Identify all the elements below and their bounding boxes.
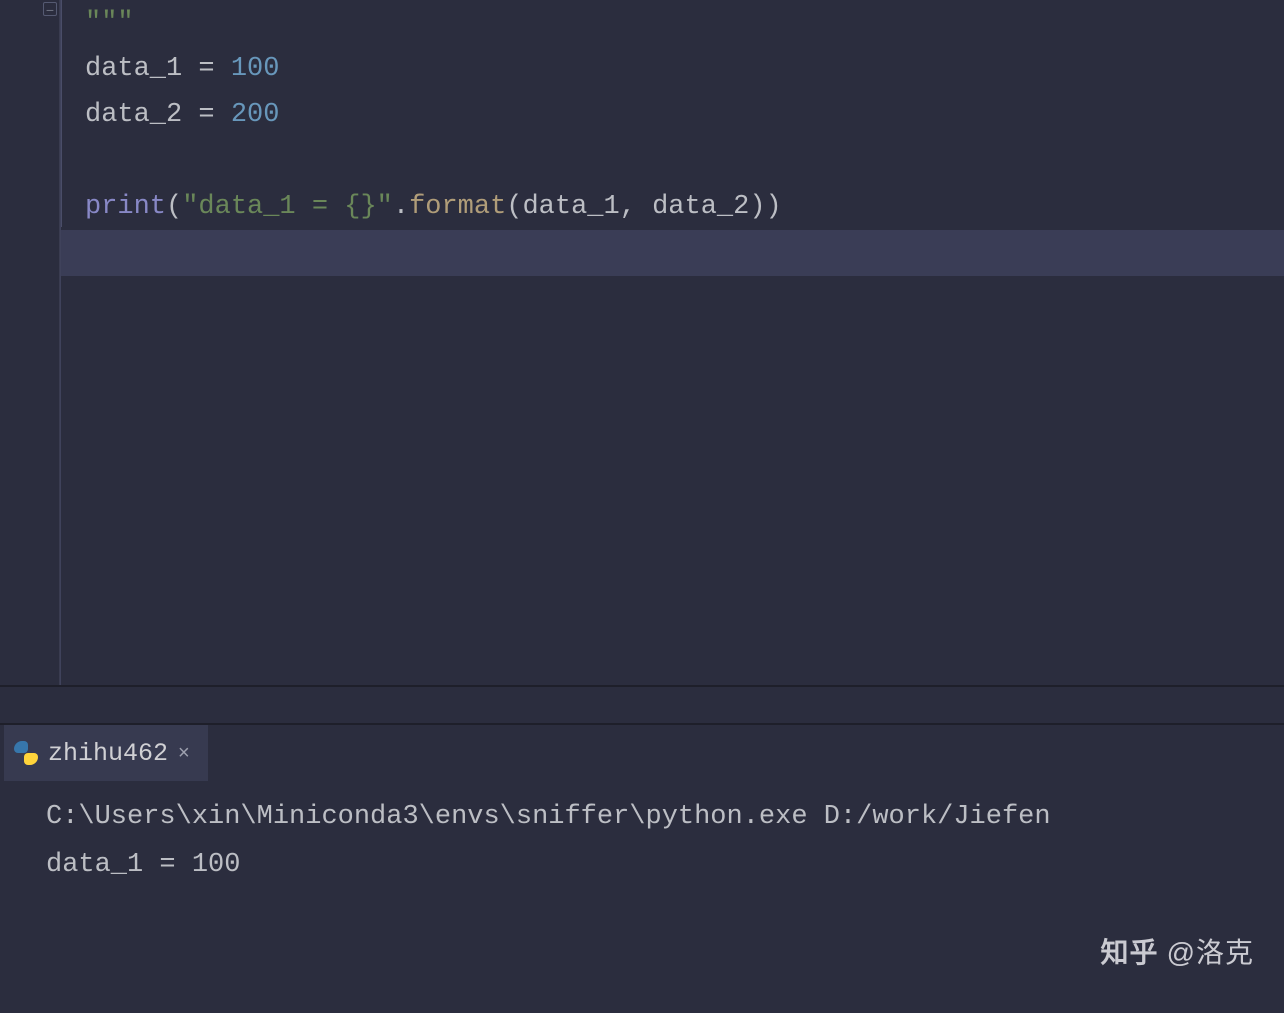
comma: , (620, 192, 652, 222)
zhihu-logo-text: 知乎 (1101, 931, 1159, 971)
console-output[interactable]: C:\Users\xin\Miniconda3\envs\sniffer\pyt… (0, 781, 1284, 889)
code-line-1[interactable]: data_1 = 100 (85, 46, 1284, 92)
paren-open: ( (506, 192, 522, 222)
assign-op: = (182, 54, 231, 84)
string-literal: "data_1 = {}" (182, 192, 393, 222)
indent-guide (61, 0, 62, 227)
code-line-2[interactable]: data_2 = 200 (85, 92, 1284, 138)
run-tab[interactable]: zhihu462 × (4, 725, 208, 781)
close-icon[interactable]: × (178, 742, 190, 765)
code-line-docstring[interactable]: """ (85, 0, 1284, 46)
paren-close: ) (749, 192, 765, 222)
variable-name: data_1 (85, 54, 182, 84)
paren-open: ( (166, 192, 182, 222)
console-stdout-line: data_1 = 100 (46, 841, 1284, 889)
console-command-line: C:\Users\xin\Miniconda3\envs\sniffer\pyt… (46, 793, 1284, 841)
code-line-blank[interactable] (85, 138, 1284, 184)
current-line-highlight[interactable] (61, 230, 1284, 276)
code-line-print[interactable]: print("data_1 = {}".format(data_1, data_… (85, 184, 1284, 230)
number-literal: 200 (231, 100, 280, 130)
paren-close: ) (766, 192, 782, 222)
run-panel: zhihu462 × C:\Users\xin\Miniconda3\envs\… (0, 725, 1284, 1013)
panel-splitter[interactable] (0, 685, 1284, 725)
docstring-close: """ (85, 8, 134, 38)
builtin-call: print (85, 192, 166, 222)
run-tab-label: zhihu462 (48, 739, 168, 768)
method-name: format (409, 192, 506, 222)
python-icon (14, 741, 38, 765)
code-area[interactable]: """ data_1 = 100 data_2 = 200 print("dat… (60, 0, 1284, 685)
fold-collapse-icon[interactable]: − (43, 2, 57, 16)
number-literal: 100 (231, 54, 280, 84)
variable-name: data_2 (85, 100, 182, 130)
arg: data_1 (522, 192, 619, 222)
run-tab-strip: zhihu462 × (0, 725, 1284, 781)
watermark: 知乎 @洛克 (1101, 931, 1254, 971)
dot: . (393, 192, 409, 222)
assign-op: = (182, 100, 231, 130)
code-editor[interactable]: − """ data_1 = 100 data_2 = 200 print("d… (0, 0, 1284, 685)
editor-gutter: − (0, 0, 60, 685)
watermark-author: @洛克 (1167, 931, 1254, 971)
arg: data_2 (652, 192, 749, 222)
